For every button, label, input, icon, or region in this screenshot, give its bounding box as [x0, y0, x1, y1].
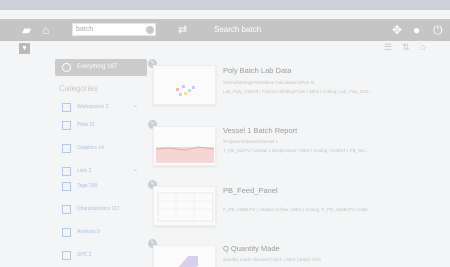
result-title[interactable]: Vessel 1 Batch Report: [223, 126, 297, 135]
sidebar-item-lists[interactable]: Lists 2: [62, 166, 91, 176]
chevron-down-icon[interactable]: ⌄: [133, 166, 138, 173]
list-icon: [62, 166, 71, 176]
app-logo-icon[interactable]: ▰: [22, 19, 31, 41]
settings-icon[interactable]: ✥: [392, 19, 402, 41]
sort-icon[interactable]: ⇅: [402, 42, 410, 53]
categories-title: Categories: [59, 84, 98, 93]
clear-search-icon[interactable]: [146, 26, 154, 34]
panel-thumbnail-icon: [157, 192, 214, 222]
home-icon[interactable]: ⌂: [42, 19, 49, 41]
toolbar: [0, 41, 450, 57]
spc-icon: [62, 250, 71, 260]
result-meta: P_PB_AddB.PV | Additive B flow | MES | A…: [223, 207, 372, 212]
search-input[interactable]: batch: [72, 23, 156, 36]
sidebar-item-plots[interactable]: Plots 21: [62, 120, 95, 130]
filter-icon[interactable]: ▼: [19, 43, 30, 54]
plot-thumbnail[interactable]: [153, 65, 216, 105]
sidebar-item-analysis[interactable]: Analysis 9: [62, 227, 100, 237]
result-title[interactable]: PB_Feed_Panel: [223, 186, 278, 195]
home-filter-icon[interactable]: ⌂: [420, 42, 425, 52]
result-meta: quantity made standard batch | MES | Bat…: [223, 257, 322, 262]
graphic-icon: [62, 143, 71, 153]
sidebar-item-spc[interactable]: SPC 2: [62, 250, 91, 260]
trend-thumbnail-icon: [155, 146, 215, 163]
result-meta: Lab_Poly_DS818 | Polymer Melting Point |…: [223, 89, 373, 94]
sidebar-item-graphics[interactable]: Graphics 14: [62, 143, 104, 153]
top-accent-bar: [0, 0, 450, 10]
page-title: Search batch: [214, 25, 262, 34]
sidebar-item-workspaces[interactable]: Workspaces 2: [62, 102, 109, 112]
sidebar-item-tags[interactable]: Tags 200: [62, 181, 97, 191]
graphic-thumbnail[interactable]: [153, 186, 216, 226]
power-icon[interactable]: ⏻: [433, 19, 443, 41]
tag-icon: [62, 181, 71, 191]
swap-icon[interactable]: ⇄: [178, 19, 187, 41]
result-path: \Demo\Manager\Realtime Calculations\Part…: [223, 80, 315, 85]
result-title[interactable]: Q Quantity Made: [223, 244, 280, 253]
plot-icon: [62, 120, 71, 130]
analysis-icon: [62, 227, 71, 237]
result-path: \Polymers\Vessels\Vessel 1: [223, 139, 279, 144]
tag-thumbnail-icon: [178, 256, 198, 267]
list-view-icon[interactable]: ☰: [384, 42, 392, 53]
help-icon[interactable]: ●: [413, 19, 420, 41]
plot-thumbnail[interactable]: [153, 126, 216, 166]
result-meta: T_PB_Vel.PV | Vessel 1 temperature | MES…: [223, 148, 369, 153]
characteristic-thumbnail[interactable]: [153, 245, 216, 267]
sidebar-item-characteristics[interactable]: Characteristics 117: [62, 204, 119, 214]
scatter-thumbnail-icon: [176, 85, 195, 96]
chevron-down-icon[interactable]: ⌄: [133, 102, 138, 109]
characteristic-icon: [62, 204, 71, 214]
workspace-icon: [62, 102, 71, 112]
result-title[interactable]: Poly Batch Lab Data: [223, 66, 291, 75]
globe-icon: [62, 63, 71, 72]
